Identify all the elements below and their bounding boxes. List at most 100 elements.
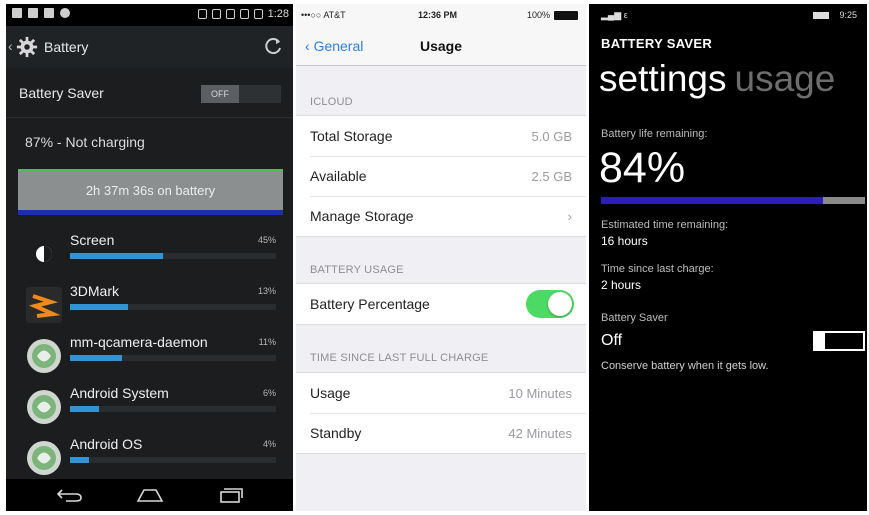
battery-icon: [253, 9, 263, 19]
usage-row: Usage 10 Minutes: [296, 373, 586, 413]
wifi-icon: [225, 9, 235, 19]
sim-icon: [197, 9, 207, 19]
app-usage-list: Screen 45% 3DMark 13% mm-qcamera-daemon …: [6, 226, 293, 481]
row-value: 42 Minutes: [508, 426, 572, 441]
android-os-icon: [27, 441, 61, 475]
android-system-process-icon: [27, 339, 61, 373]
app-percent: 6%: [262, 388, 276, 398]
ios-screen-title: Usage: [420, 38, 463, 54]
usage-bar-fill: [70, 457, 89, 463]
settings-gear-icon[interactable]: [16, 36, 38, 58]
ios-nav-bar: ‹ General Usage: [296, 26, 586, 66]
row-label: Total Storage: [310, 128, 393, 144]
icloud-section-header: ICLOUD: [310, 96, 353, 108]
ios-usage-screen: •••○○ AT&T 12:36 PM 100% ‹ General Usage…: [296, 4, 586, 511]
app-usage-item[interactable]: Android OS 4%: [6, 430, 293, 481]
back-nav-icon[interactable]: [56, 487, 84, 503]
battery-percentage-switch[interactable]: [526, 290, 574, 318]
row-label: Available: [310, 168, 367, 184]
android-battery-screen: 1:28 ‹ Battery Battery Saver OFF 87% - N…: [6, 4, 293, 511]
icloud-group: Total Storage 5.0 GB Available 2.5 GB Ma…: [296, 115, 586, 237]
charge-status: 87% - Not charging: [25, 134, 145, 150]
battery-life-bar: [601, 197, 865, 204]
app-name: mm-qcamera-daemon: [70, 334, 208, 350]
battery-saver-label: Battery Saver: [601, 312, 668, 324]
toggle-off-label: OFF: [201, 85, 239, 103]
row-value: 10 Minutes: [508, 386, 572, 401]
battery-saver-row[interactable]: Battery Saver OFF: [6, 68, 293, 118]
row-value: 5.0 GB: [531, 129, 572, 144]
android-action-bar: ‹ Battery: [6, 26, 293, 68]
battery-history-graph[interactable]: 2h 37m 36s on battery: [18, 169, 283, 215]
row-label: Battery Percentage: [310, 296, 430, 312]
signal-icon: [239, 9, 249, 19]
app-usage-item[interactable]: mm-qcamera-daemon 11%: [6, 328, 293, 379]
life-remaining-label: Battery life remaining:: [601, 128, 708, 140]
refresh-icon[interactable]: [263, 36, 283, 56]
app-usage-item[interactable]: Screen 45%: [6, 226, 293, 277]
wp-clock: 9:25: [839, 10, 857, 20]
battery-usage-section-header: BATTERY USAGE: [310, 264, 404, 276]
usage-bar-track: [70, 457, 276, 463]
app-percent: 13%: [257, 286, 276, 296]
notification-icons: [12, 8, 70, 18]
app-name: Android System: [70, 385, 169, 401]
carrier-label: •••○○ AT&T: [301, 10, 346, 20]
row-value: 2.5 GB: [531, 169, 572, 184]
conserve-description: Conserve battery when it gets low.: [601, 360, 769, 372]
row-label: Manage Storage: [310, 208, 414, 224]
back-general-button[interactable]: ‹ General: [305, 38, 363, 54]
android-nav-bar: [6, 479, 293, 511]
app-name: Android OS: [70, 436, 143, 452]
manage-storage-row[interactable]: Manage Storage ›: [296, 196, 586, 236]
usage-bar-fill: [70, 355, 122, 361]
signal-icon: ▂▄▆ ε: [601, 10, 628, 20]
app-percent: 4%: [262, 439, 276, 449]
pivot-settings[interactable]: settings: [599, 58, 727, 99]
row-label: Standby: [310, 425, 362, 441]
pivot-usage[interactable]: usage: [735, 58, 836, 99]
app-percent: 45%: [257, 235, 276, 245]
usage-bar-track: [70, 406, 276, 412]
android-status-bar: 1:28: [6, 4, 293, 26]
android-clock: 1:28: [267, 8, 289, 20]
usage-bar-fill: [70, 406, 99, 412]
battery-icon: [813, 12, 829, 19]
mail-notification-icon: [28, 8, 38, 18]
usage-bar-track: [70, 304, 276, 310]
image-notification-icon: [12, 8, 22, 18]
app-usage-item[interactable]: Android System 6%: [6, 379, 293, 430]
android-screen-title: Battery: [44, 39, 89, 55]
estimated-time-label: Estimated time remaining:: [601, 219, 729, 231]
charge-group: Usage 10 Minutes Standby 42 Minutes: [296, 372, 586, 454]
pivot-header: settings usage: [599, 58, 835, 100]
recents-nav-icon[interactable]: [218, 487, 244, 503]
app-usage-item[interactable]: 3DMark 13%: [6, 277, 293, 328]
usage-bar-track: [70, 355, 276, 361]
back-caret-icon[interactable]: ‹: [8, 38, 13, 54]
ios-status-bar: •••○○ AT&T 12:36 PM 100%: [296, 4, 586, 26]
battery-saver-toggle[interactable]: [813, 331, 865, 351]
since-charge-value: 2 hours: [601, 278, 642, 292]
usage-bar-track: [70, 253, 276, 259]
usage-bar-fill: [70, 304, 128, 310]
rotation-icon: [211, 9, 221, 19]
battery-saver-state: Off: [601, 332, 623, 349]
battery-saver-toggle[interactable]: OFF: [201, 85, 281, 103]
battery-saver-label: Battery Saver: [19, 85, 104, 101]
battery-icon: [554, 11, 578, 20]
android-system-icon: [27, 390, 61, 424]
chevron-right-icon: ›: [567, 209, 572, 224]
total-storage-row: Total Storage 5.0 GB: [296, 116, 586, 156]
estimated-time-value: 16 hours: [601, 234, 648, 248]
usage-bar-fill: [70, 253, 163, 259]
charge-section-header: TIME SINCE LAST FULL CHARGE: [310, 352, 489, 364]
battery-percent-label: 100%: [526, 10, 550, 20]
ios-clock: 12:36 PM: [418, 10, 458, 20]
row-label: Usage: [310, 385, 351, 401]
home-nav-icon[interactable]: [135, 487, 165, 503]
screen-brightness-icon: [36, 246, 52, 262]
battery-usage-group: Battery Percentage: [296, 283, 586, 325]
wp-status-bar: ▂▄▆ ε 9:25: [589, 4, 867, 26]
app-notification-icon: [44, 8, 54, 18]
